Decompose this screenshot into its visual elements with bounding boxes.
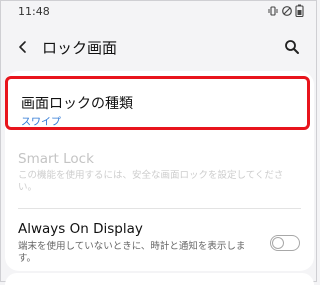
setting-item-smart-lock[interactable]: Smart Lock この機能を使用するには、安全な画面ロックを設定してください… [5,143,310,199]
next-card-partial [5,273,314,285]
search-button[interactable] [282,37,302,57]
app-bar: ロック画面 [1,29,316,67]
status-icons [267,4,304,17]
toggle-knob [272,236,284,249]
always-on-display-toggle[interactable] [270,235,300,251]
screen: 11:48 ロック画面 画面ロックの種類 スワイプ Smart Lock この機… [0,0,317,285]
status-time: 11:48 [18,5,50,18]
back-button[interactable] [13,37,33,57]
page-title: ロック画面 [42,39,118,57]
setting-item-screen-lock-type[interactable]: 画面ロックの種類 スワイプ [5,76,310,130]
chevron-left-icon [19,41,26,53]
settings-card: 画面ロックの種類 スワイプ Smart Lock この機能を使用するには、安全な… [5,71,314,271]
divider [18,208,301,209]
screen-lock-type-value: スワイプ [21,117,61,128]
smart-lock-description: この機能を使用するには、安全な画面ロックを設定してください。 [18,170,284,193]
status-bar: 11:48 [1,1,316,29]
screen-lock-type-title: 画面ロックの種類 [21,96,133,112]
setting-item-always-on-display[interactable]: Always On Display 端末を使用していないときに、時計と通知を表示… [5,213,310,271]
vibrate-icon [267,5,279,17]
search-icon [285,40,299,54]
smart-lock-title: Smart Lock [18,151,94,167]
always-on-display-description: 端末を使用していないときに、時計と通知を表示します。 [18,241,246,264]
always-on-display-title: Always On Display [18,221,143,237]
dnd-icon [281,5,293,17]
battery-icon [295,4,304,17]
